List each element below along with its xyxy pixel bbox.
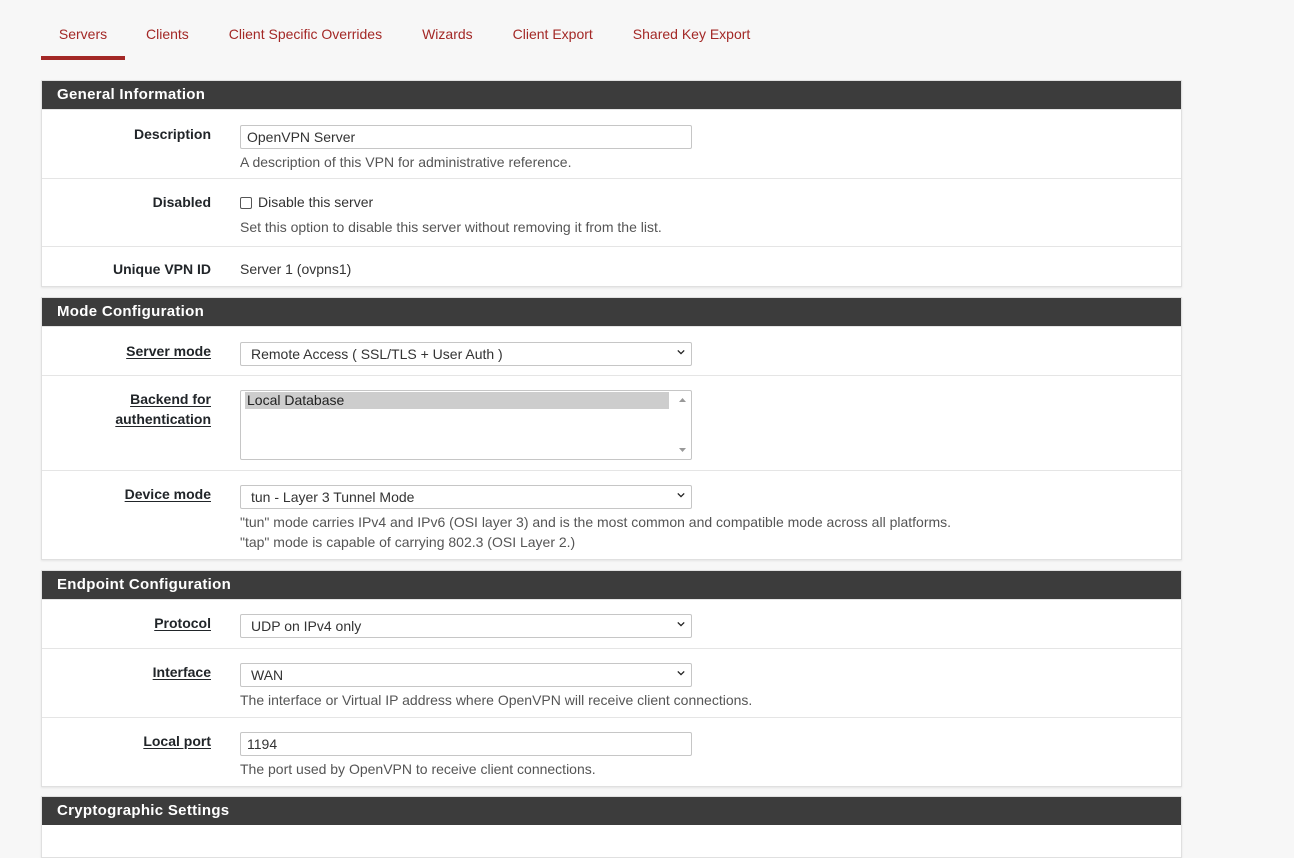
server-mode-label: Server mode [126, 343, 211, 359]
backend-listbox[interactable]: Local Database [240, 390, 692, 460]
local-port-label: Local port [143, 733, 211, 749]
interface-select[interactable]: WAN [240, 663, 692, 687]
mode-configuration-panel: Mode Configuration Server mode Remote Ac… [41, 297, 1182, 560]
tab-client-export[interactable]: Client Export [513, 0, 593, 60]
disable-server-checkbox[interactable] [240, 197, 252, 209]
chevron-down-icon [677, 621, 685, 627]
tab-bar: Servers Clients Client Specific Override… [41, 0, 750, 60]
tab-label: Client Specific Overrides [228, 26, 383, 42]
vpn-id-label: Unique VPN ID [112, 261, 211, 277]
disabled-label: Disabled [152, 194, 211, 210]
tab-label: Servers [58, 26, 108, 42]
local-port-input[interactable]: 1194 [240, 732, 692, 756]
panel-title: Cryptographic Settings [42, 797, 1181, 825]
vpn-id-value: Server 1 (ovpns1) [240, 261, 352, 277]
general-information-panel: General Information Description OpenVPN … [41, 80, 1182, 287]
description-help: A description of this VPN for administra… [240, 154, 572, 170]
scrollbar[interactable] [674, 391, 691, 459]
listbox-option-local-database[interactable]: Local Database [245, 392, 669, 409]
local-port-row: Local port 1194 The port used by OpenVPN… [42, 717, 1181, 786]
tab-clients[interactable]: Clients [146, 0, 189, 60]
tab-wizards[interactable]: Wizards [422, 0, 473, 60]
tab-label: Clients [146, 26, 189, 42]
tab-label: Shared Key Export [632, 26, 751, 42]
device-mode-help-tap: "tap" mode is capable of carrying 802.3 … [240, 534, 576, 550]
vpn-id-row: Unique VPN ID Server 1 (ovpns1) [42, 246, 1181, 286]
select-value: UDP on IPv4 only [251, 618, 362, 634]
local-port-help: The port used by OpenVPN to receive clie… [240, 761, 596, 777]
description-input[interactable]: OpenVPN Server [240, 125, 692, 149]
select-value: Remote Access ( SSL/TLS + User Auth ) [251, 346, 503, 362]
select-value: tun - Layer 3 Tunnel Mode [251, 489, 415, 505]
backend-label: Backend for authentication [115, 391, 211, 427]
chevron-down-icon [677, 349, 685, 355]
tab-servers[interactable]: Servers [41, 0, 125, 60]
disable-server-checkbox-wrap[interactable]: Disable this server [240, 192, 662, 212]
tab-client-specific-overrides[interactable]: Client Specific Overrides [229, 0, 382, 60]
cryptographic-settings-panel: Cryptographic Settings [41, 796, 1182, 858]
checkbox-label: Disable this server [258, 194, 374, 210]
interface-help: The interface or Virtual IP address wher… [240, 692, 753, 708]
disabled-help: Set this option to disable this server w… [240, 219, 662, 235]
device-mode-help-tun: "tun" mode carries IPv4 and IPv6 (OSI la… [240, 514, 952, 530]
device-mode-label: Device mode [124, 486, 211, 502]
server-mode-row: Server mode Remote Access ( SSL/TLS + Us… [42, 326, 1181, 375]
select-value: WAN [251, 667, 284, 683]
tab-label: Client Export [512, 26, 593, 42]
chevron-down-icon [677, 492, 685, 498]
tab-label: Wizards [422, 26, 473, 42]
panel-title: Endpoint Configuration [42, 571, 1181, 599]
endpoint-configuration-panel: Endpoint Configuration Protocol UDP on I… [41, 570, 1182, 787]
interface-row: Interface WAN The interface or Virtual I… [42, 648, 1181, 717]
device-mode-row: Device mode tun - Layer 3 Tunnel Mode "t… [42, 470, 1181, 559]
panel-title: General Information [42, 81, 1181, 109]
protocol-row: Protocol UDP on IPv4 only [42, 599, 1181, 648]
panel-title: Mode Configuration [42, 298, 1181, 326]
disabled-row: Disabled Disable this server Set this op… [42, 178, 1181, 246]
device-mode-select[interactable]: tun - Layer 3 Tunnel Mode [240, 485, 692, 509]
description-label: Description [133, 126, 211, 142]
server-mode-select[interactable]: Remote Access ( SSL/TLS + User Auth ) [240, 342, 692, 366]
interface-label: Interface [152, 664, 211, 680]
protocol-select[interactable]: UDP on IPv4 only [240, 614, 692, 638]
protocol-label: Protocol [154, 615, 211, 631]
description-row: Description OpenVPN Server A description… [42, 109, 1181, 178]
chevron-down-icon [677, 670, 685, 676]
backend-row: Backend for authentication Local Database [42, 375, 1181, 470]
tab-shared-key-export[interactable]: Shared Key Export [633, 0, 751, 60]
